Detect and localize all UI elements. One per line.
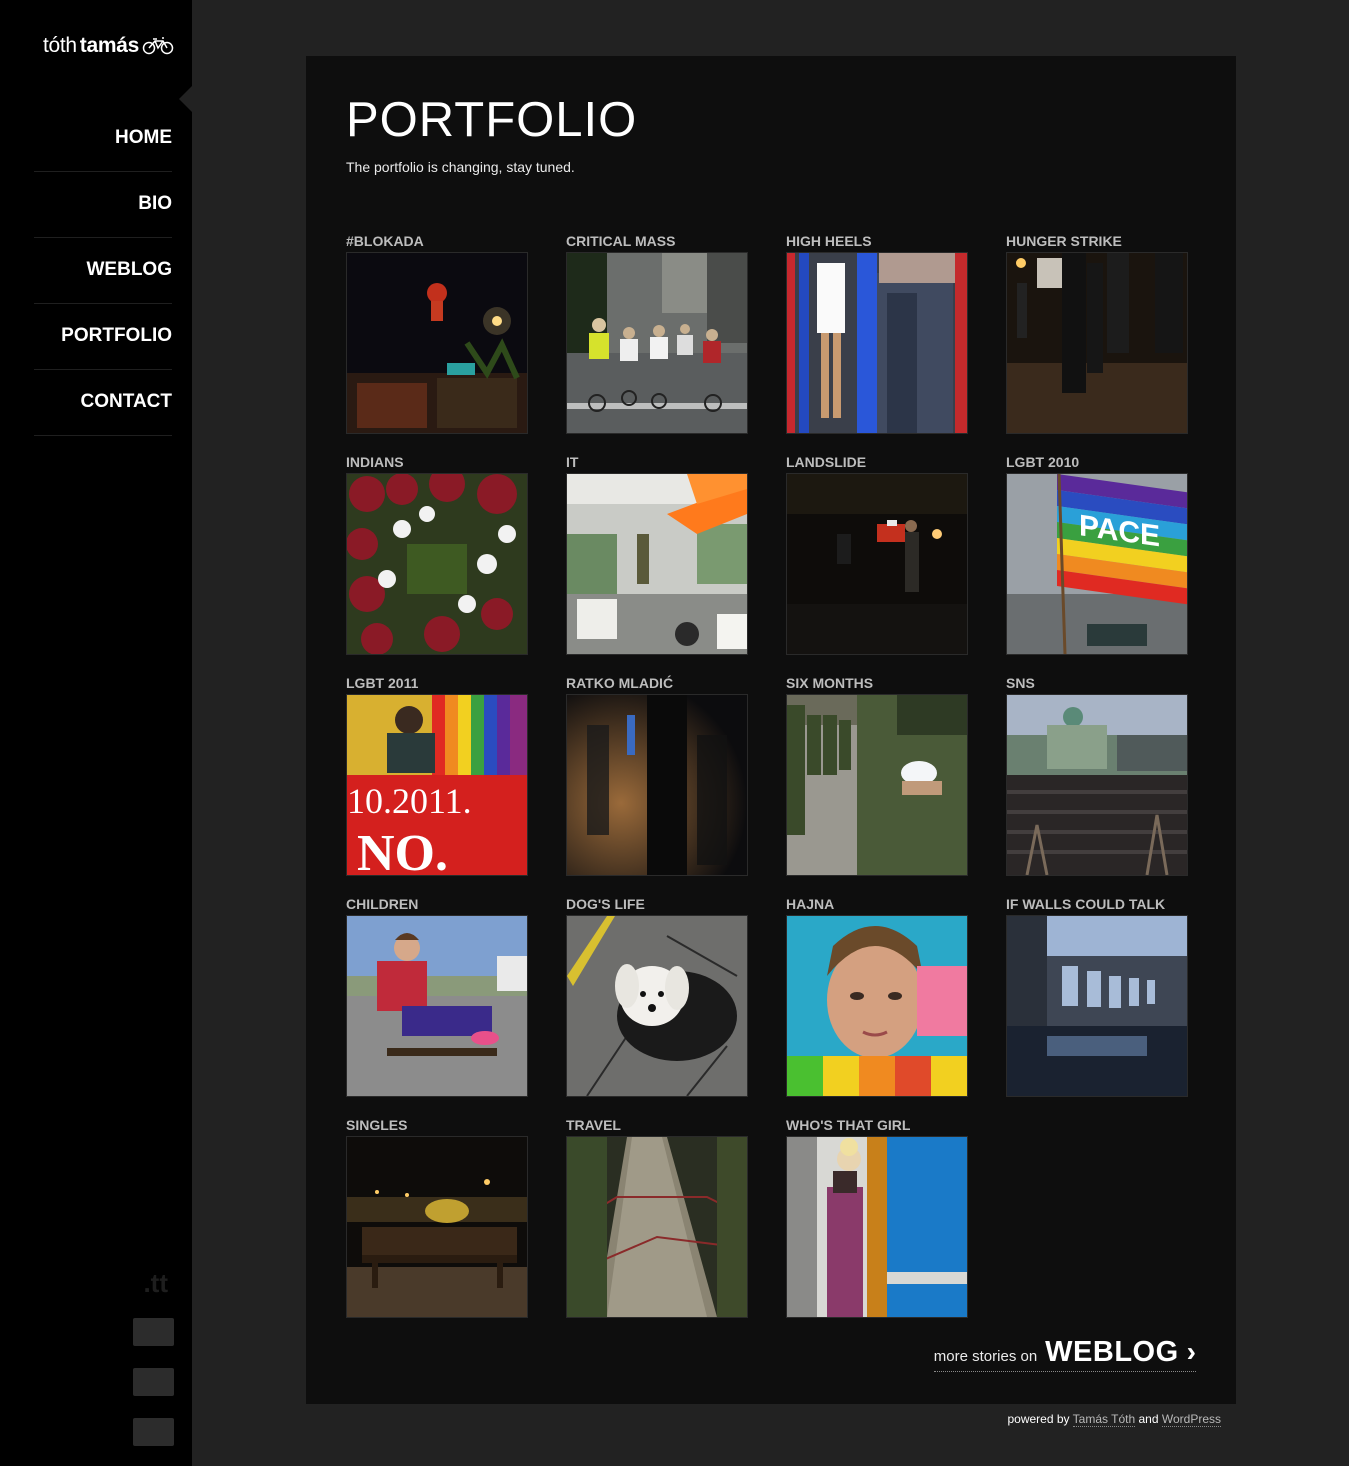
portfolio-thumbnail[interactable] [1006,252,1188,434]
footer: powered by Tamás Tóth and WordPress [1007,1412,1221,1427]
nav-item-bio[interactable]: BIO [34,172,172,238]
portfolio-item-blokada[interactable]: #BLOKADA [346,232,528,434]
portfolio-thumbnail[interactable] [346,1136,528,1318]
portfolio-thumbnail[interactable] [1006,915,1188,1097]
portfolio-item-label: IF WALLS COULD TALK [1006,896,1166,912]
portfolio-item-label: LGBT 2010 [1006,454,1080,470]
more-stories-link[interactable]: more stories on WEBLOG › [933,1336,1196,1372]
portfolio-thumbnail[interactable] [566,915,748,1097]
bicycle-icon [142,37,174,55]
portfolio-item-label: HAJNA [786,896,835,912]
portfolio-item-landslide[interactable]: LANDSLIDE [786,453,968,655]
banner-text-2: NO. [357,825,448,875]
portfolio-item-sns[interactable]: SNS [1006,674,1188,876]
portfolio-item-label: LGBT 2011 [346,675,419,691]
portfolio-thumbnail[interactable] [566,473,748,655]
portfolio-item-label: WHO'S THAT GIRL [786,1117,911,1133]
portfolio-thumbnail[interactable] [786,473,968,655]
portfolio-item-label: SNS [1006,675,1035,691]
portfolio-item-hunger-strike[interactable]: HUNGER STRIKE [1006,232,1188,434]
portfolio-item-travel[interactable]: TRAVEL [566,1116,748,1318]
social-button-3[interactable] [133,1418,174,1446]
portfolio-item-high-heels[interactable]: HIGH HEELS [786,232,968,434]
page-subtitle: The portfolio is changing, stay tuned. [346,159,575,175]
portfolio-thumbnail[interactable] [786,694,968,876]
chevron-right-icon: › [1186,1336,1196,1367]
page-title: PORTFOLIO [346,93,638,147]
portfolio-thumbnail[interactable] [786,915,968,1097]
nav-item-weblog[interactable]: WEBLOG [34,238,172,304]
portfolio-item-indians[interactable]: INDIANS [346,453,528,655]
portfolio-item-label: SIX MONTHS [786,675,874,691]
portfolio-thumbnail[interactable] [1006,694,1188,876]
footer-prefix: powered by [1007,1412,1070,1426]
social-button-2[interactable] [133,1368,174,1396]
portfolio-item-label: TRAVEL [566,1117,621,1133]
more-stories-prefix: more stories on [933,1348,1038,1365]
nav-item-portfolio[interactable]: PORTFOLIO [34,304,172,370]
portfolio-item-label: SINGLES [346,1117,408,1133]
portfolio-item-label: #BLOKADA [346,233,424,249]
portfolio-item-label: LANDSLIDE [786,454,867,470]
main-nav: HOME BIO WEBLOG PORTFOLIO CONTACT [34,106,172,436]
portfolio-item-children[interactable]: CHILDREN [346,895,528,1097]
portfolio-thumbnail[interactable] [346,915,528,1097]
portfolio-item-singles[interactable]: SINGLES [346,1116,528,1318]
portfolio-thumbnail[interactable]: 10.2011. NO. [346,694,528,876]
portfolio-item-label: RATKO MLADIĆ [566,675,674,691]
more-stories-weblog: WEBLOG [1045,1336,1179,1368]
portfolio-item-label: HUNGER STRIKE [1006,233,1122,249]
portfolio-item-ratko-mladic[interactable]: RATKO MLADIĆ [566,674,748,876]
portfolio-item-critical-mass[interactable]: CRITICAL MASS [566,232,748,434]
nav-item-home[interactable]: HOME [34,106,172,172]
portfolio-item-dogs-life[interactable]: DOG'S LIFE [566,895,748,1097]
portfolio-item-it[interactable]: IT [566,453,748,655]
tt-mark: .tt [143,1268,168,1298]
footer-platform-link[interactable]: WordPress [1161,1412,1221,1427]
portfolio-thumbnail[interactable] [566,252,748,434]
portfolio-item-lgbt-2011[interactable]: LGBT 2011 10.2011. NO. [346,674,528,876]
portfolio-item-hajna[interactable]: HAJNA [786,895,968,1097]
nav-item-contact[interactable]: CONTACT [34,370,172,436]
portfolio-item-label: IT [566,454,579,470]
logo-last: tamás [79,34,140,57]
social-button-1[interactable] [133,1318,174,1346]
portfolio-item-whos-that-girl[interactable]: WHO'S THAT GIRL [786,1116,968,1318]
footer-and: and [1138,1412,1159,1426]
portfolio-thumbnail[interactable] [786,1136,968,1318]
nav-pointer [179,86,192,112]
sidebar: tóth tamás HOME BIO WEBLOG PORTFOLIO CONT… [0,0,192,1466]
portfolio-item-lgbt-2010[interactable]: LGBT 2010 PACE [1006,453,1188,655]
portfolio-item-label: INDIANS [346,454,404,470]
portfolio-thumbnail[interactable] [346,473,528,655]
portfolio-thumbnail[interactable]: PACE [1006,473,1188,655]
portfolio-thumbnail[interactable] [346,252,528,434]
portfolio-item-label: DOG'S LIFE [566,896,645,912]
logo-first: tóth [42,34,77,57]
footer-author-link[interactable]: Tamás Tóth [1072,1412,1136,1427]
portfolio-thumbnail[interactable] [786,252,968,434]
portfolio-item-six-months[interactable]: SIX MONTHS [786,674,968,876]
banner-text-1: 10.2011. [347,781,472,821]
portfolio-item-label: HIGH HEELS [786,233,872,249]
portfolio-item-label: CHILDREN [346,896,419,912]
portfolio-thumbnail[interactable] [566,694,748,876]
site-logo[interactable]: tóth tamás [43,34,174,58]
content-panel: PORTFOLIO The portfolio is changing, sta… [306,56,1236,1404]
portfolio-thumbnail[interactable] [566,1136,748,1318]
portfolio-item-if-walls-could-talk[interactable]: IF WALLS COULD TALK [1006,895,1188,1097]
portfolio-item-label: CRITICAL MASS [566,233,676,249]
